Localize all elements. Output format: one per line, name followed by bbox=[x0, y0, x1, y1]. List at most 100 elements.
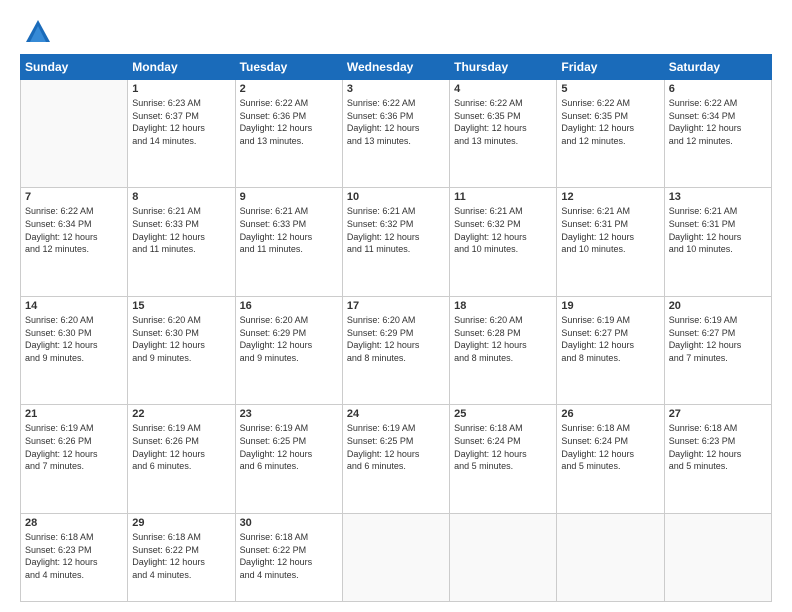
day-info: Sunrise: 6:22 AM Sunset: 6:34 PM Dayligh… bbox=[25, 205, 123, 255]
day-info: Sunrise: 6:18 AM Sunset: 6:22 PM Dayligh… bbox=[240, 531, 338, 581]
day-number: 26 bbox=[561, 408, 659, 420]
calendar-cell: 24Sunrise: 6:19 AM Sunset: 6:25 PM Dayli… bbox=[342, 405, 449, 513]
day-number: 17 bbox=[347, 300, 445, 312]
calendar-cell bbox=[342, 513, 449, 601]
calendar-cell: 1Sunrise: 6:23 AM Sunset: 6:37 PM Daylig… bbox=[128, 80, 235, 188]
day-info: Sunrise: 6:21 AM Sunset: 6:32 PM Dayligh… bbox=[347, 205, 445, 255]
day-info: Sunrise: 6:18 AM Sunset: 6:24 PM Dayligh… bbox=[561, 422, 659, 472]
weekday-header-sunday: Sunday bbox=[21, 55, 128, 80]
day-info: Sunrise: 6:20 AM Sunset: 6:29 PM Dayligh… bbox=[240, 314, 338, 364]
calendar-cell: 19 Sunrise: 6:19 AM Sunset: 6:27 PM Dayli… bbox=[557, 296, 664, 404]
calendar-cell: 23 Sunrise: 6:19 AM Sunset: 6:25 PM Dayli… bbox=[235, 405, 342, 513]
day-number: 19 bbox=[561, 300, 659, 312]
day-number: 9 bbox=[240, 191, 338, 203]
day-info: Sunrise: 6:20 AM Sunset: 6:29 PM Dayligh… bbox=[347, 314, 445, 364]
weekday-header-thursday: Thursday bbox=[450, 55, 557, 80]
day-info: Sunrise: 6:20 AM Sunset: 6:28 PM Dayligh… bbox=[454, 314, 552, 364]
day-info: Sunrise: 6:19 AM Sunset: 6:27 PM Dayligh… bbox=[561, 314, 659, 364]
day-number: 2 bbox=[240, 83, 338, 95]
day-number: 25 bbox=[454, 408, 552, 420]
calendar-cell: 15 Sunrise: 6:20 AM Sunset: 6:30 PM Dayli… bbox=[128, 296, 235, 404]
day-info: Sunrise: 6:18 AM Sunset: 6:22 PM Dayligh… bbox=[132, 531, 230, 581]
header bbox=[20, 18, 772, 46]
calendar-cell: 2 Sunrise: 6:22 AM Sunset: 6:36 PM Daylig… bbox=[235, 80, 342, 188]
day-info: Sunrise: 6:18 AM Sunset: 6:24 PM Dayligh… bbox=[454, 422, 552, 472]
calendar-cell: 30 Sunrise: 6:18 AM Sunset: 6:22 PM Dayli… bbox=[235, 513, 342, 601]
calendar-cell: 29 Sunrise: 6:18 AM Sunset: 6:22 PM Dayli… bbox=[128, 513, 235, 601]
calendar-cell: 26 Sunrise: 6:18 AM Sunset: 6:24 PM Dayli… bbox=[557, 405, 664, 513]
day-info: Sunrise: 6:20 AM Sunset: 6:30 PM Dayligh… bbox=[132, 314, 230, 364]
day-number: 23 bbox=[240, 408, 338, 420]
day-number: 8 bbox=[132, 191, 230, 203]
weekday-header-tuesday: Tuesday bbox=[235, 55, 342, 80]
calendar-cell: 4 Sunrise: 6:22 AM Sunset: 6:35 PM Daylig… bbox=[450, 80, 557, 188]
logo-icon bbox=[24, 18, 52, 46]
calendar-cell: 6 Sunrise: 6:22 AM Sunset: 6:34 PM Daylig… bbox=[664, 80, 771, 188]
day-info: Sunrise: 6:22 AM Sunset: 6:36 PM Dayligh… bbox=[240, 97, 338, 147]
day-info: Sunrise: 6:21 AM Sunset: 6:33 PM Dayligh… bbox=[132, 205, 230, 255]
day-number: 29 bbox=[132, 517, 230, 529]
calendar-cell: 18 Sunrise: 6:20 AM Sunset: 6:28 PM Dayli… bbox=[450, 296, 557, 404]
day-number: 24 bbox=[347, 408, 445, 420]
calendar-cell: 25 Sunrise: 6:18 AM Sunset: 6:24 PM Dayli… bbox=[450, 405, 557, 513]
calendar-cell: 22Sunrise: 6:19 AM Sunset: 6:26 PM Dayli… bbox=[128, 405, 235, 513]
calendar-cell bbox=[664, 513, 771, 601]
weekday-header-saturday: Saturday bbox=[664, 55, 771, 80]
day-number: 28 bbox=[25, 517, 123, 529]
calendar-cell: 10 Sunrise: 6:21 AM Sunset: 6:32 PM Dayli… bbox=[342, 188, 449, 296]
calendar-cell bbox=[557, 513, 664, 601]
calendar-cell bbox=[450, 513, 557, 601]
day-number: 16 bbox=[240, 300, 338, 312]
week-row-3: 14 Sunrise: 6:20 AM Sunset: 6:30 PM Dayli… bbox=[21, 296, 772, 404]
week-row-1: 1Sunrise: 6:23 AM Sunset: 6:37 PM Daylig… bbox=[21, 80, 772, 188]
day-info: Sunrise: 6:20 AM Sunset: 6:30 PM Dayligh… bbox=[25, 314, 123, 364]
day-info: Sunrise: 6:22 AM Sunset: 6:35 PM Dayligh… bbox=[454, 97, 552, 147]
day-number: 21 bbox=[25, 408, 123, 420]
day-number: 10 bbox=[347, 191, 445, 203]
day-info: Sunrise: 6:21 AM Sunset: 6:33 PM Dayligh… bbox=[240, 205, 338, 255]
calendar-cell: 28 Sunrise: 6:18 AM Sunset: 6:23 PM Dayli… bbox=[21, 513, 128, 601]
calendar-cell: 12Sunrise: 6:21 AM Sunset: 6:31 PM Dayli… bbox=[557, 188, 664, 296]
calendar-table: SundayMondayTuesdayWednesdayThursdayFrid… bbox=[20, 54, 772, 602]
day-number: 4 bbox=[454, 83, 552, 95]
day-number: 7 bbox=[25, 191, 123, 203]
day-number: 30 bbox=[240, 517, 338, 529]
calendar-cell: 5 Sunrise: 6:22 AM Sunset: 6:35 PM Daylig… bbox=[557, 80, 664, 188]
calendar-cell: 8 Sunrise: 6:21 AM Sunset: 6:33 PM Daylig… bbox=[128, 188, 235, 296]
calendar-cell: 3 Sunrise: 6:22 AM Sunset: 6:36 PM Daylig… bbox=[342, 80, 449, 188]
calendar-cell: 16 Sunrise: 6:20 AM Sunset: 6:29 PM Dayli… bbox=[235, 296, 342, 404]
calendar-cell: 11Sunrise: 6:21 AM Sunset: 6:32 PM Dayli… bbox=[450, 188, 557, 296]
calendar-cell: 13Sunrise: 6:21 AM Sunset: 6:31 PM Dayli… bbox=[664, 188, 771, 296]
day-number: 6 bbox=[669, 83, 767, 95]
day-info: Sunrise: 6:21 AM Sunset: 6:31 PM Dayligh… bbox=[561, 205, 659, 255]
week-row-4: 21 Sunrise: 6:19 AM Sunset: 6:26 PM Dayli… bbox=[21, 405, 772, 513]
day-number: 27 bbox=[669, 408, 767, 420]
day-number: 18 bbox=[454, 300, 552, 312]
day-number: 5 bbox=[561, 83, 659, 95]
day-info: Sunrise: 6:22 AM Sunset: 6:36 PM Dayligh… bbox=[347, 97, 445, 147]
logo bbox=[20, 18, 52, 46]
day-info: Sunrise: 6:18 AM Sunset: 6:23 PM Dayligh… bbox=[25, 531, 123, 581]
calendar-cell: 9 Sunrise: 6:21 AM Sunset: 6:33 PM Daylig… bbox=[235, 188, 342, 296]
calendar-cell: 17 Sunrise: 6:20 AM Sunset: 6:29 PM Dayli… bbox=[342, 296, 449, 404]
week-row-5: 28 Sunrise: 6:18 AM Sunset: 6:23 PM Dayli… bbox=[21, 513, 772, 601]
day-number: 14 bbox=[25, 300, 123, 312]
day-info: Sunrise: 6:23 AM Sunset: 6:37 PM Dayligh… bbox=[132, 97, 230, 147]
day-info: Sunrise: 6:19 AM Sunset: 6:25 PM Dayligh… bbox=[240, 422, 338, 472]
calendar-cell: 14 Sunrise: 6:20 AM Sunset: 6:30 PM Dayli… bbox=[21, 296, 128, 404]
calendar-cell: 20Sunrise: 6:19 AM Sunset: 6:27 PM Dayli… bbox=[664, 296, 771, 404]
day-info: Sunrise: 6:22 AM Sunset: 6:34 PM Dayligh… bbox=[669, 97, 767, 147]
day-info: Sunrise: 6:21 AM Sunset: 6:32 PM Dayligh… bbox=[454, 205, 552, 255]
calendar-cell: 7 Sunrise: 6:22 AM Sunset: 6:34 PM Daylig… bbox=[21, 188, 128, 296]
day-info: Sunrise: 6:18 AM Sunset: 6:23 PM Dayligh… bbox=[669, 422, 767, 472]
calendar-cell: 21 Sunrise: 6:19 AM Sunset: 6:26 PM Dayli… bbox=[21, 405, 128, 513]
day-number: 22 bbox=[132, 408, 230, 420]
day-info: Sunrise: 6:21 AM Sunset: 6:31 PM Dayligh… bbox=[669, 205, 767, 255]
day-number: 20 bbox=[669, 300, 767, 312]
day-number: 3 bbox=[347, 83, 445, 95]
day-number: 15 bbox=[132, 300, 230, 312]
week-row-2: 7 Sunrise: 6:22 AM Sunset: 6:34 PM Daylig… bbox=[21, 188, 772, 296]
weekday-header-friday: Friday bbox=[557, 55, 664, 80]
day-info: Sunrise: 6:19 AM Sunset: 6:26 PM Dayligh… bbox=[25, 422, 123, 472]
day-info: Sunrise: 6:22 AM Sunset: 6:35 PM Dayligh… bbox=[561, 97, 659, 147]
